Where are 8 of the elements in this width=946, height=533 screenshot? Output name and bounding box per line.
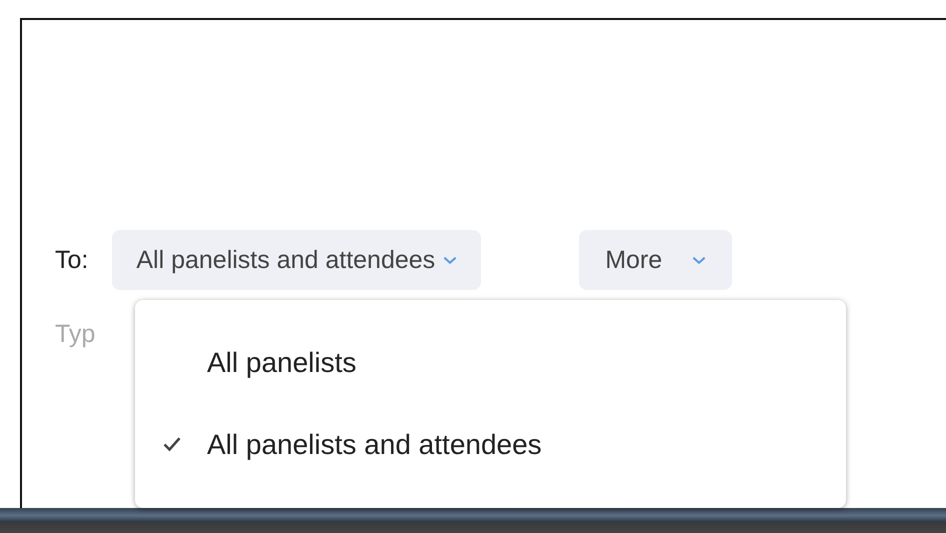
menu-item[interactable]: All panelists: [157, 342, 846, 383]
menu-item[interactable]: All panelists and attendees: [157, 424, 846, 465]
chevron-down-icon: [692, 256, 706, 264]
message-input[interactable]: Typ: [55, 320, 135, 349]
to-label: To:: [55, 246, 88, 274]
chevron-down-icon: [443, 256, 458, 264]
more-button[interactable]: More: [579, 230, 732, 290]
recipient-dropdown[interactable]: All panelists and attendees: [112, 230, 482, 290]
